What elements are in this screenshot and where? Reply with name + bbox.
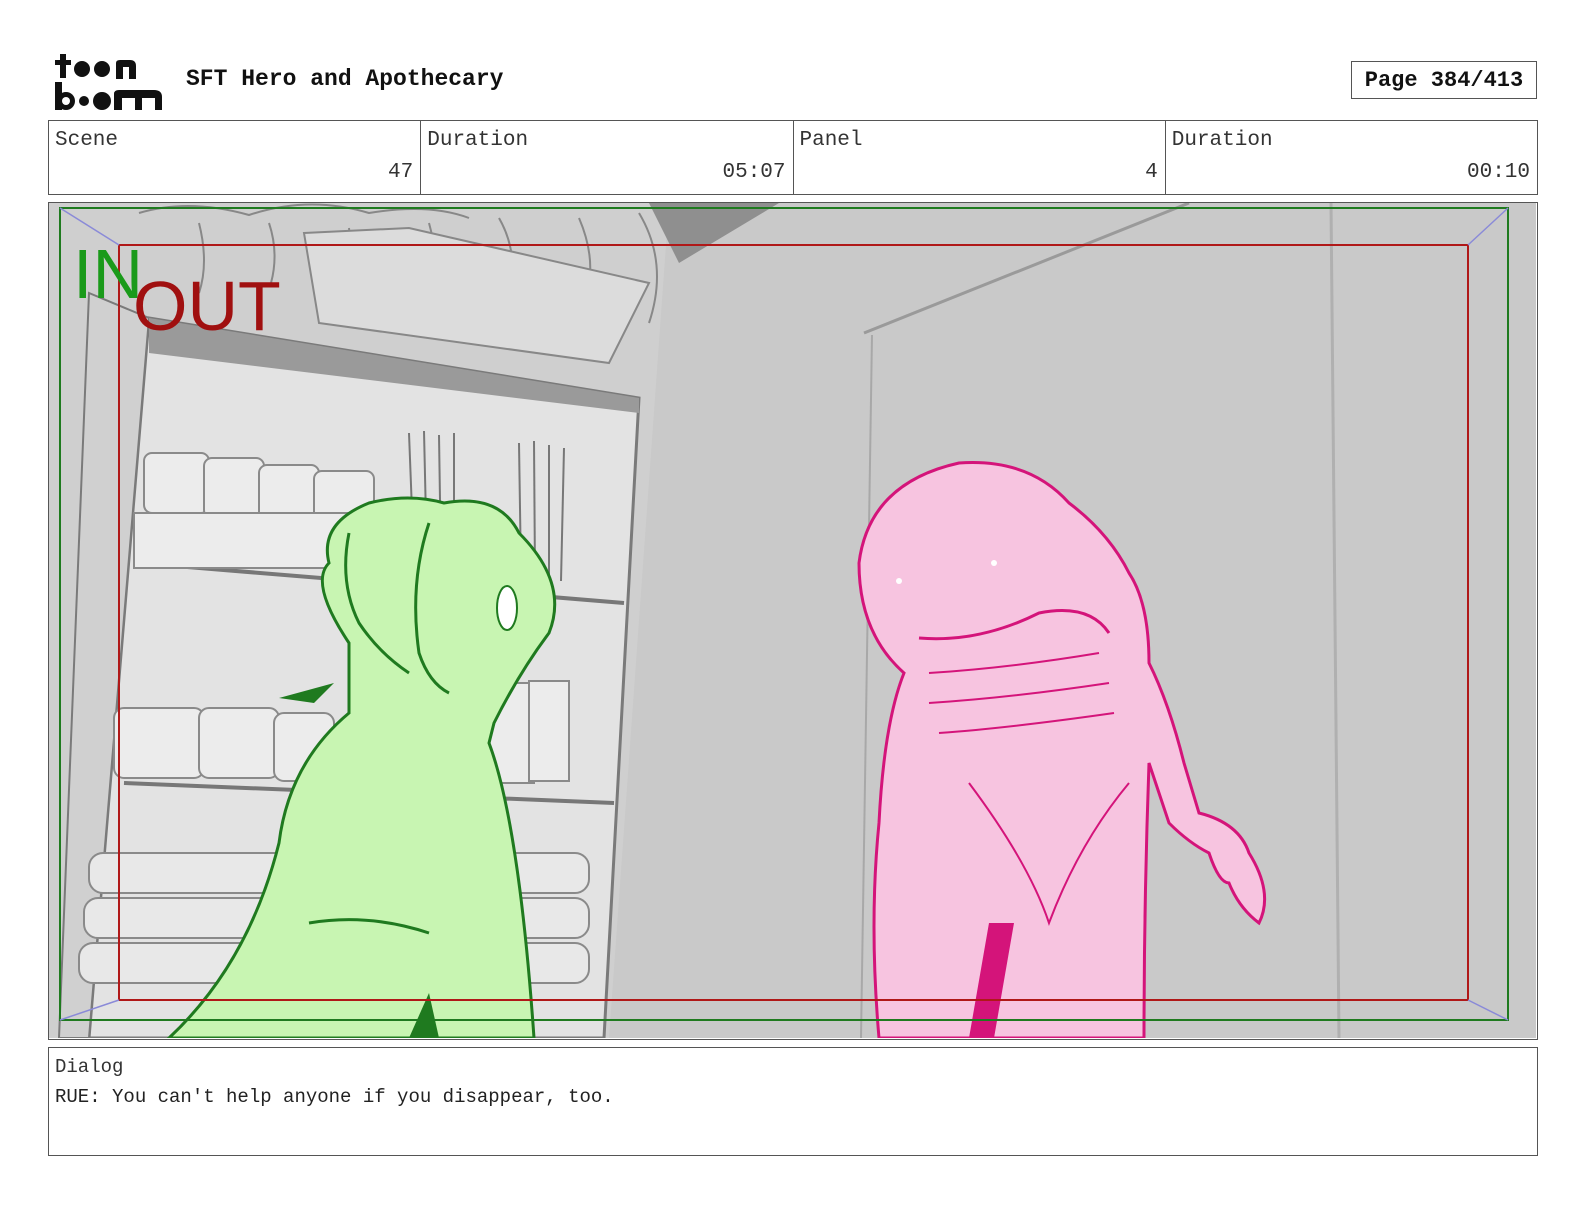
out-marker: OUT (133, 267, 281, 345)
panel-info-table: Scene 47 Duration 05:07 Panel 4 Duration… (48, 120, 1538, 195)
document-title: SFT Hero and Apothecary (186, 66, 504, 92)
panel-value: 4 (1145, 161, 1158, 184)
panel-duration-value: 00:10 (1466, 161, 1530, 184)
scene-duration-value: 05:07 (722, 161, 786, 184)
toon-boom-logo (55, 54, 162, 110)
dialog-text: RUE: You can't help anyone if you disapp… (55, 1086, 614, 1108)
panel-cell: Panel 4 (794, 121, 1166, 194)
scene-duration-cell: Duration 05:07 (421, 121, 794, 194)
scene-label: Scene (55, 129, 119, 152)
panel-duration-cell: Duration 00:10 (1166, 121, 1537, 194)
dialog-box: Dialog RUE: You can't help anyone if you… (48, 1047, 1538, 1156)
page-number: Page 384/413 (1351, 61, 1537, 99)
dialog-label: Dialog (55, 1056, 124, 1078)
storyboard-panel: IN OUT (48, 202, 1538, 1040)
panel-drawing: IN OUT (49, 203, 1536, 1038)
panel-label: Panel (799, 129, 863, 152)
scene-cell: Scene 47 (49, 121, 422, 194)
scene-duration-label: Duration (427, 129, 529, 152)
scene-value: 47 (388, 161, 414, 184)
panel-duration-label: Duration (1171, 129, 1273, 152)
